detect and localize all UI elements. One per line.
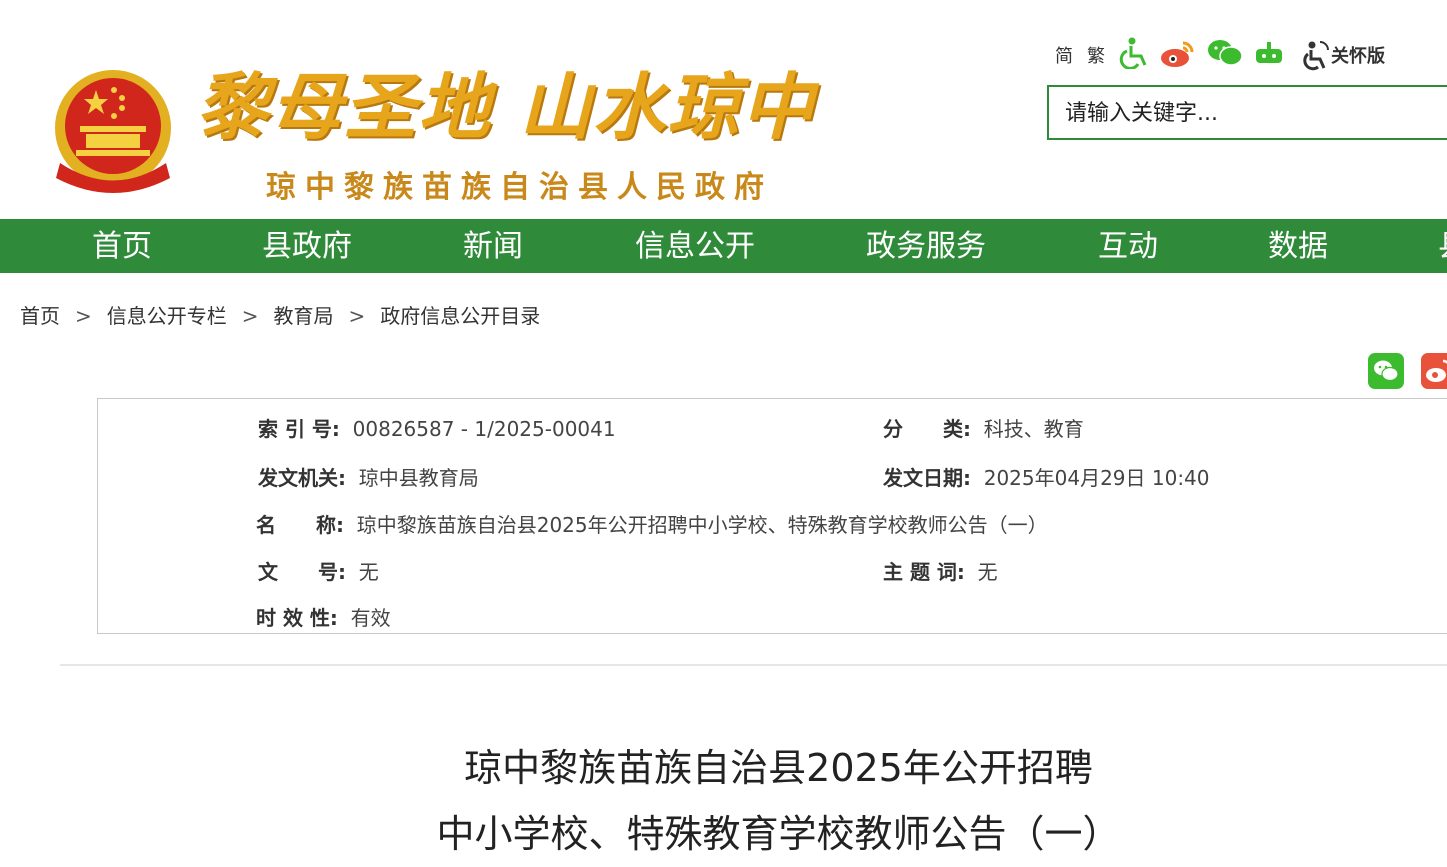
info-name-row: 名 称: 琼中黎族苗族自治县2025年公开招聘中小学校、特殊教育学校教师公告（一… (256, 509, 1048, 538)
info-date-row: 发文日期: 2025年04月29日 10:40 (883, 462, 1210, 491)
info-category-label: 分 类: (883, 417, 971, 441)
content-divider (60, 664, 1447, 666)
info-docno-label: 文 号: (258, 560, 346, 584)
info-index-row: 索 引 号: 00826587 - 1/2025-00041 (258, 413, 616, 442)
info-issuer-value: 琼中县教育局 (358, 466, 479, 490)
nav-item-news[interactable]: 新闻 (463, 219, 523, 273)
article-title: 琼中黎族苗族自治县2025年公开招聘 中小学校、特殊教育学校教师公告（一） (0, 735, 1447, 867)
breadcrumb-separator: > (241, 304, 259, 328)
info-keyword-value: 无 (977, 560, 998, 584)
accessibility-icon[interactable] (1119, 37, 1149, 73)
simplified-chinese-link[interactable]: 简 (1055, 42, 1073, 68)
info-validity-label: 时 效 性: (256, 606, 338, 630)
nav-item-government-services[interactable]: 政务服务 (866, 219, 986, 273)
care-mode-icon (1303, 41, 1329, 71)
info-name-value: 琼中黎族苗族自治县2025年公开招聘中小学校、特殊教育学校教师公告（一） (356, 513, 1048, 537)
nav-item-interaction[interactable]: 互动 (1098, 219, 1158, 273)
national-emblem-icon (55, 70, 171, 193)
document-info-box: 索 引 号: 00826587 - 1/2025-00041 分 类: 科技、教… (97, 398, 1447, 634)
info-category-row: 分 类: 科技、教育 (883, 413, 1084, 442)
robot-app-icon[interactable] (1253, 38, 1285, 72)
nav-item-information-disclosure[interactable]: 信息公开 (635, 219, 755, 273)
breadcrumb-info-column[interactable]: 信息公开专栏 (107, 304, 227, 328)
info-issuer-label: 发文机关: (258, 466, 346, 490)
share-weibo-icon[interactable] (1421, 353, 1447, 389)
article-title-line1: 琼中黎族苗族自治县2025年公开招聘 (464, 746, 1093, 790)
info-date-label: 发文日期: (883, 466, 971, 490)
info-date-value: 2025年04月29日 10:40 (983, 466, 1210, 490)
site-slogan: 黎母圣地 山水琼中 (196, 64, 816, 149)
main-nav: 首页 县政府 新闻 信息公开 政务服务 互动 数据 县 (0, 219, 1447, 273)
weibo-icon[interactable] (1159, 37, 1197, 73)
nav-item-county-government[interactable]: 县政府 (262, 219, 352, 273)
site-header: 黎母圣地 山水琼中 琼中黎族苗族自治县人民政府 简 繁 关怀版 (0, 0, 1447, 218)
share-wechat-icon[interactable] (1368, 353, 1404, 389)
info-docno-row: 文 号: 无 (258, 556, 379, 585)
care-mode-button[interactable]: 关怀版 (1301, 39, 1385, 71)
nav-item-home[interactable]: 首页 (92, 219, 152, 273)
info-docno-value: 无 (358, 560, 379, 584)
header-toolbar: 简 繁 关怀版 (1055, 37, 1385, 73)
info-keyword-label: 主 题 词: (883, 560, 965, 584)
search-box (1047, 85, 1447, 140)
site-name: 琼中黎族苗族自治县人民政府 (266, 170, 773, 205)
info-issuer-row: 发文机关: 琼中县教育局 (258, 462, 479, 491)
info-index-label: 索 引 号: (258, 417, 340, 441)
info-category-value: 科技、教育 (983, 417, 1084, 441)
breadcrumb-education-bureau[interactable]: 教育局 (274, 304, 334, 328)
info-keyword-row: 主 题 词: 无 (883, 556, 998, 585)
info-name-label: 名 称: (256, 513, 344, 537)
article-title-line2: 中小学校、特殊教育学校教师公告（一） (436, 812, 1121, 856)
breadcrumb: 首页 > 信息公开专栏 > 教育局 > 政府信息公开目录 (20, 300, 540, 329)
nav-item-overflow[interactable]: 县 (1438, 219, 1447, 273)
breadcrumb-home[interactable]: 首页 (20, 304, 60, 328)
breadcrumb-separator: > (348, 304, 366, 328)
info-validity-value: 有效 (350, 606, 391, 630)
care-mode-label: 关怀版 (1331, 46, 1385, 67)
wechat-icon[interactable] (1207, 38, 1243, 72)
search-input[interactable] (1049, 87, 1447, 139)
traditional-chinese-link[interactable]: 繁 (1087, 42, 1105, 68)
breadcrumb-separator: > (75, 304, 92, 328)
nav-item-data[interactable]: 数据 (1268, 219, 1328, 273)
breadcrumb-disclosure-catalog[interactable]: 政府信息公开目录 (380, 304, 540, 328)
info-validity-row: 时 效 性: 有效 (256, 602, 391, 631)
info-index-value: 00826587 - 1/2025-00041 (352, 417, 616, 441)
